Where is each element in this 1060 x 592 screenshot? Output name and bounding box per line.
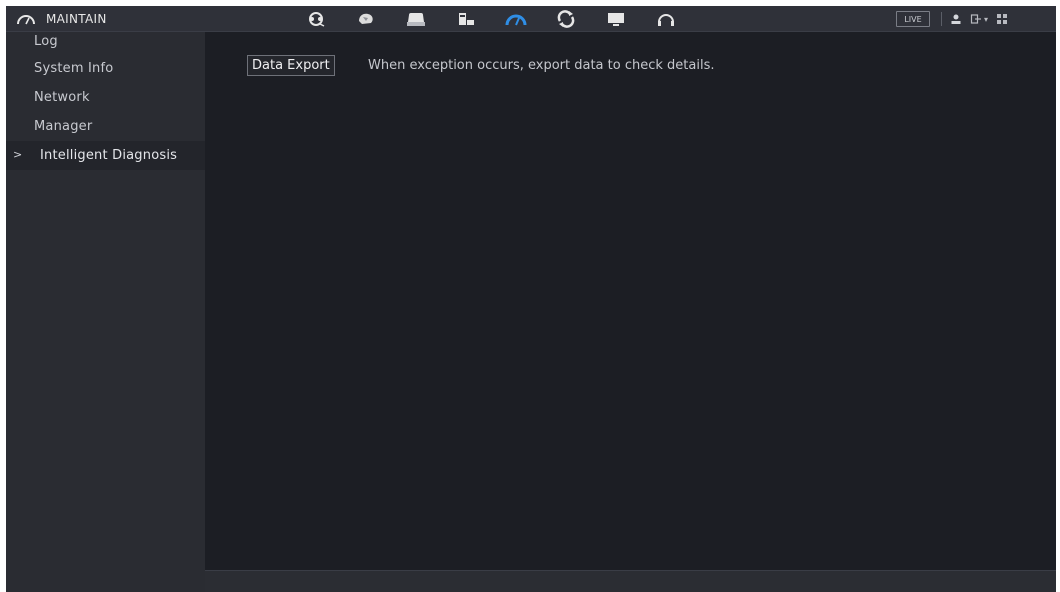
user-icon[interactable] (950, 13, 962, 25)
bottom-bar (205, 570, 1056, 592)
module-title: MAINTAIN (16, 6, 107, 32)
storage-disk-icon[interactable] (391, 6, 441, 32)
module-nav (291, 6, 691, 32)
export-description: When exception occurs, export data to ch… (368, 58, 715, 73)
network-globe-icon[interactable] (341, 6, 391, 32)
sidebar: Log System Info Network Manager > Intell… (6, 32, 205, 592)
sidebar-item-manager[interactable]: Manager (6, 112, 205, 141)
backup-sync-icon[interactable] (541, 6, 591, 32)
audio-headset-icon[interactable] (641, 6, 691, 32)
system-icon[interactable] (441, 6, 491, 32)
logout-icon[interactable] (970, 13, 982, 25)
maintain-gauge-icon[interactable] (491, 6, 541, 32)
sidebar-item-label: Network (34, 90, 90, 105)
module-title-text: MAINTAIN (46, 12, 107, 26)
sidebar-item-label: System Info (34, 61, 114, 76)
toolbar-divider (941, 12, 942, 26)
top-bar: MAINTAIN LIVE ▾ (6, 6, 1056, 32)
sidebar-item-log[interactable]: Log (6, 32, 205, 54)
display-monitor-icon[interactable] (591, 6, 641, 32)
chevron-right-icon: > (13, 148, 23, 161)
sidebar-item-system-info[interactable]: System Info (6, 54, 205, 83)
data-export-button[interactable]: Data Export (247, 55, 335, 76)
grid-menu-icon[interactable] (996, 13, 1008, 25)
main-content: Data Export When exception occurs, expor… (205, 32, 1056, 570)
toolbar-right: ▾ (950, 6, 1008, 32)
chevron-down-icon[interactable]: ▾ (984, 15, 988, 24)
sidebar-item-label: Manager (34, 119, 93, 134)
live-button[interactable]: LIVE (896, 11, 930, 27)
sidebar-item-intelligent-diagnosis[interactable]: > Intelligent Diagnosis (6, 141, 205, 170)
camera-settings-icon[interactable] (291, 6, 341, 32)
app-window: MAINTAIN LIVE ▾ Log System Info Network … (6, 6, 1056, 592)
gauge-icon (16, 12, 36, 26)
sidebar-item-label: Intelligent Diagnosis (40, 148, 178, 163)
sidebar-item-network[interactable]: Network (6, 83, 205, 112)
sidebar-item-label: Log (34, 34, 58, 49)
